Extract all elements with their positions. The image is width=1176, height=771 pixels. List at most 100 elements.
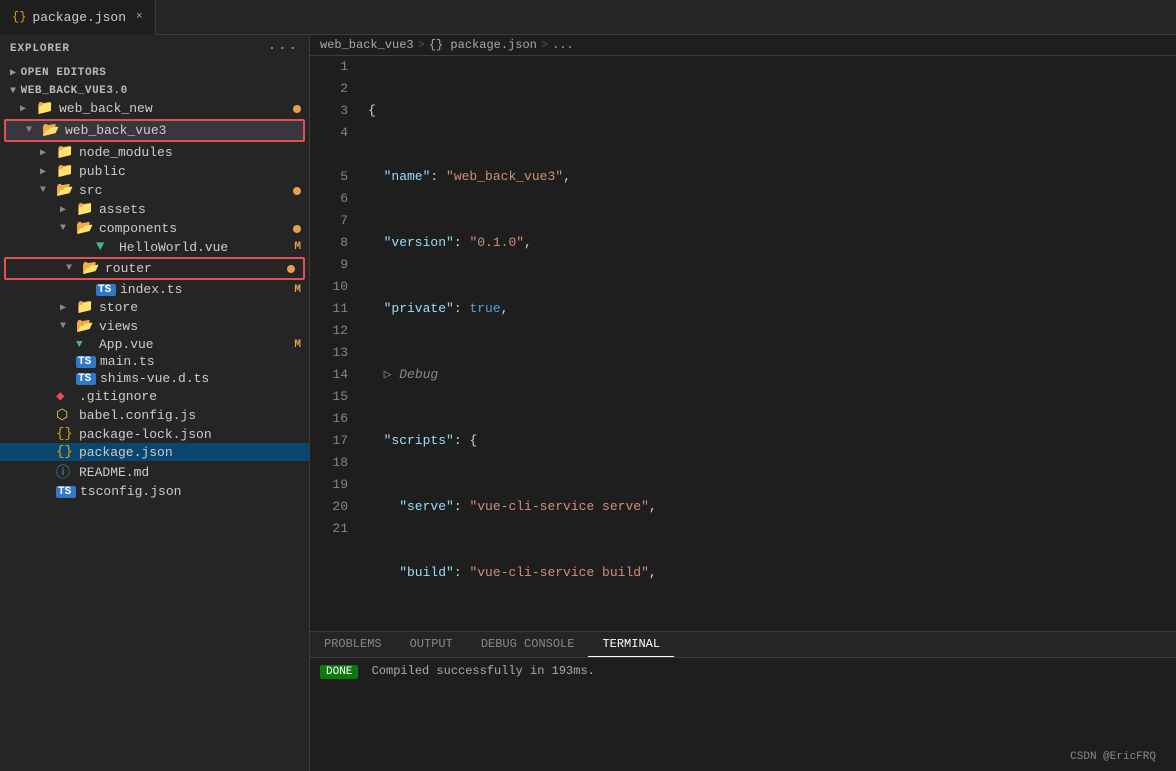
sidebar-item-package-json[interactable]: {} package.json bbox=[0, 443, 309, 461]
breadcrumb-part1: web_back_vue3 bbox=[320, 38, 414, 52]
modified-badge bbox=[287, 265, 295, 273]
sidebar-item-index-ts[interactable]: TS index.ts M bbox=[0, 281, 309, 298]
code-line-4: "private": true, bbox=[368, 298, 1176, 320]
sidebar-item-app-vue[interactable]: ▼ App.vue M bbox=[0, 336, 309, 353]
sidebar-item-views[interactable]: ▼ 📂 views bbox=[0, 317, 309, 336]
code-editor[interactable]: 1 2 3 4 5 6 7 8 9 10 11 12 13 14 15 16 1… bbox=[310, 56, 1176, 631]
breadcrumb: web_back_vue3 > {} package.json > ... bbox=[310, 35, 1176, 56]
item-label: shims-vue.d.ts bbox=[100, 371, 309, 386]
ts-file-icon: TS bbox=[76, 356, 96, 368]
sidebar-item-readme-md[interactable]: ⓘ README.md bbox=[0, 461, 309, 483]
code-line-4-debug: ▷ Debug bbox=[368, 364, 1176, 386]
tab-label: package.json bbox=[32, 10, 126, 25]
code-line-3: "version": "0.1.0", bbox=[368, 232, 1176, 254]
breadcrumb-sep1: > bbox=[418, 38, 425, 52]
sidebar-item-store[interactable]: ▶ 📁 store bbox=[0, 298, 309, 317]
main-layout: EXPLORER ··· ▶ OPEN EDITORS ▼ WEB_BACK_V… bbox=[0, 35, 1176, 771]
folder-open-icon: 📂 bbox=[56, 182, 76, 199]
tab-output[interactable]: OUTPUT bbox=[396, 632, 467, 657]
item-label: tsconfig.json bbox=[80, 484, 309, 499]
info-file-icon: ⓘ bbox=[56, 462, 76, 482]
chevron-right-icon: ▶ bbox=[60, 302, 76, 314]
sidebar-item-public[interactable]: ▶ 📁 public bbox=[0, 162, 309, 181]
tab-close-button[interactable]: × bbox=[136, 11, 143, 23]
modified-indicator: M bbox=[294, 284, 301, 296]
terminal-line: DONE Compiled successfully in 193ms. bbox=[320, 664, 1166, 678]
root-label: WEB_BACK_VUE3.0 bbox=[21, 85, 128, 97]
sidebar-item-components[interactable]: ▼ 📂 components bbox=[0, 219, 309, 238]
breadcrumb-part2: {} package.json bbox=[429, 38, 537, 52]
sidebar-item-main-ts[interactable]: TS main.ts bbox=[0, 353, 309, 370]
tab-debug-console[interactable]: DEBUG CONSOLE bbox=[467, 632, 589, 657]
sidebar-item-package-lock-json[interactable]: {} package-lock.json bbox=[0, 425, 309, 443]
title-bar: {} package.json × bbox=[0, 0, 1176, 35]
sidebar-item-src[interactable]: ▼ 📂 src bbox=[0, 181, 309, 200]
sidebar: EXPLORER ··· ▶ OPEN EDITORS ▼ WEB_BACK_V… bbox=[0, 35, 310, 771]
open-editors-label: OPEN EDITORS bbox=[21, 67, 107, 79]
item-label: HelloWorld.vue bbox=[119, 240, 294, 255]
folder-icon: 📁 bbox=[76, 299, 96, 316]
vue-file-icon: ▼ bbox=[76, 339, 96, 351]
item-label: main.ts bbox=[100, 354, 309, 369]
folder-open-icon: 📂 bbox=[82, 260, 102, 277]
sidebar-item-babel-config[interactable]: ⬡ babel.config.js bbox=[0, 406, 309, 425]
vue-file-icon: ▼ bbox=[96, 239, 116, 255]
item-label: App.vue bbox=[99, 337, 294, 352]
item-label: src bbox=[79, 183, 293, 198]
sidebar-item-router[interactable]: ▼ 📂 router bbox=[6, 259, 303, 278]
sidebar-item-web-back-vue3-wrapper: ▼ 📂 web_back_vue3 bbox=[4, 119, 305, 142]
ts-file-icon: TS bbox=[76, 373, 96, 385]
item-label: store bbox=[99, 300, 309, 315]
git-file-icon: ◆ bbox=[56, 388, 76, 405]
folder-icon: 📁 bbox=[36, 100, 56, 117]
chevron-down-icon: ▼ bbox=[60, 321, 76, 332]
sidebar-item-node-modules[interactable]: ▶ 📁 node_modules bbox=[0, 143, 309, 162]
sidebar-item-assets[interactable]: ▶ 📁 assets bbox=[0, 200, 309, 219]
tab-package-json[interactable]: {} package.json × bbox=[0, 0, 156, 35]
tab-problems[interactable]: PROBLEMS bbox=[310, 632, 396, 657]
ts-file-icon: TS bbox=[96, 284, 116, 296]
line-numbers: 1 2 3 4 5 6 7 8 9 10 11 12 13 14 15 16 1… bbox=[310, 56, 358, 631]
folder-open-icon: 📂 bbox=[42, 122, 62, 139]
folder-open-icon: 📂 bbox=[76, 318, 96, 335]
item-label: index.ts bbox=[120, 282, 294, 297]
breadcrumb-part3: ... bbox=[552, 38, 574, 52]
modified-badge bbox=[293, 225, 301, 233]
folder-icon: 📁 bbox=[76, 201, 96, 218]
code-line-6: "serve": "vue-cli-service serve", bbox=[368, 496, 1176, 518]
code-content: { "name": "web_back_vue3", "version": "0… bbox=[358, 56, 1176, 631]
sidebar-item-web-back-vue3[interactable]: ▼ 📂 web_back_vue3 bbox=[6, 121, 303, 140]
json-tab-icon: {} bbox=[12, 10, 26, 24]
done-badge: DONE bbox=[320, 665, 358, 679]
root-section[interactable]: ▼ WEB_BACK_VUE3.0 bbox=[0, 81, 309, 99]
sidebar-item-web-back-new[interactable]: ▶ 📁 web_back_new bbox=[0, 99, 309, 118]
item-label: .gitignore bbox=[79, 389, 309, 404]
chevron-right-icon: ▶ bbox=[60, 204, 76, 216]
sidebar-header: EXPLORER ··· bbox=[0, 35, 309, 63]
item-label: babel.config.js bbox=[79, 408, 309, 423]
chevron-right-icon: ▶ bbox=[40, 147, 56, 159]
chevron-down-icon: ▼ bbox=[26, 125, 42, 136]
json-file-icon: {} bbox=[56, 444, 76, 460]
sidebar-item-gitignore[interactable]: ◆ .gitignore bbox=[0, 387, 309, 406]
sidebar-item-helloworld-vue[interactable]: ▼ HelloWorld.vue M bbox=[0, 238, 309, 256]
item-label: package-lock.json bbox=[79, 427, 309, 442]
modified-indicator: M bbox=[294, 241, 301, 253]
sidebar-item-tsconfig-json[interactable]: TS tsconfig.json bbox=[0, 483, 309, 500]
code-line-2: "name": "web_back_vue3", bbox=[368, 166, 1176, 188]
open-editors-section[interactable]: ▶ OPEN EDITORS bbox=[0, 63, 309, 81]
sidebar-menu-dots[interactable]: ··· bbox=[268, 41, 299, 57]
modified-indicator: M bbox=[294, 339, 301, 351]
terminal-message: Compiled successfully in 193ms. bbox=[372, 664, 595, 678]
panel-tabs: PROBLEMS OUTPUT DEBUG CONSOLE TERMINAL bbox=[310, 632, 1176, 658]
folder-icon: 📁 bbox=[56, 163, 76, 180]
modified-badge bbox=[293, 105, 301, 113]
bottom-panel: PROBLEMS OUTPUT DEBUG CONSOLE TERMINAL D… bbox=[310, 631, 1176, 771]
sidebar-item-shims-vue[interactable]: TS shims-vue.d.ts bbox=[0, 370, 309, 387]
tab-terminal[interactable]: TERMINAL bbox=[588, 632, 674, 657]
item-label: package.json bbox=[79, 445, 309, 460]
breadcrumb-sep2: > bbox=[541, 38, 548, 52]
root-chevron: ▼ bbox=[10, 86, 17, 97]
explorer-title: EXPLORER bbox=[10, 43, 70, 55]
code-line-5: "scripts": { bbox=[368, 430, 1176, 452]
